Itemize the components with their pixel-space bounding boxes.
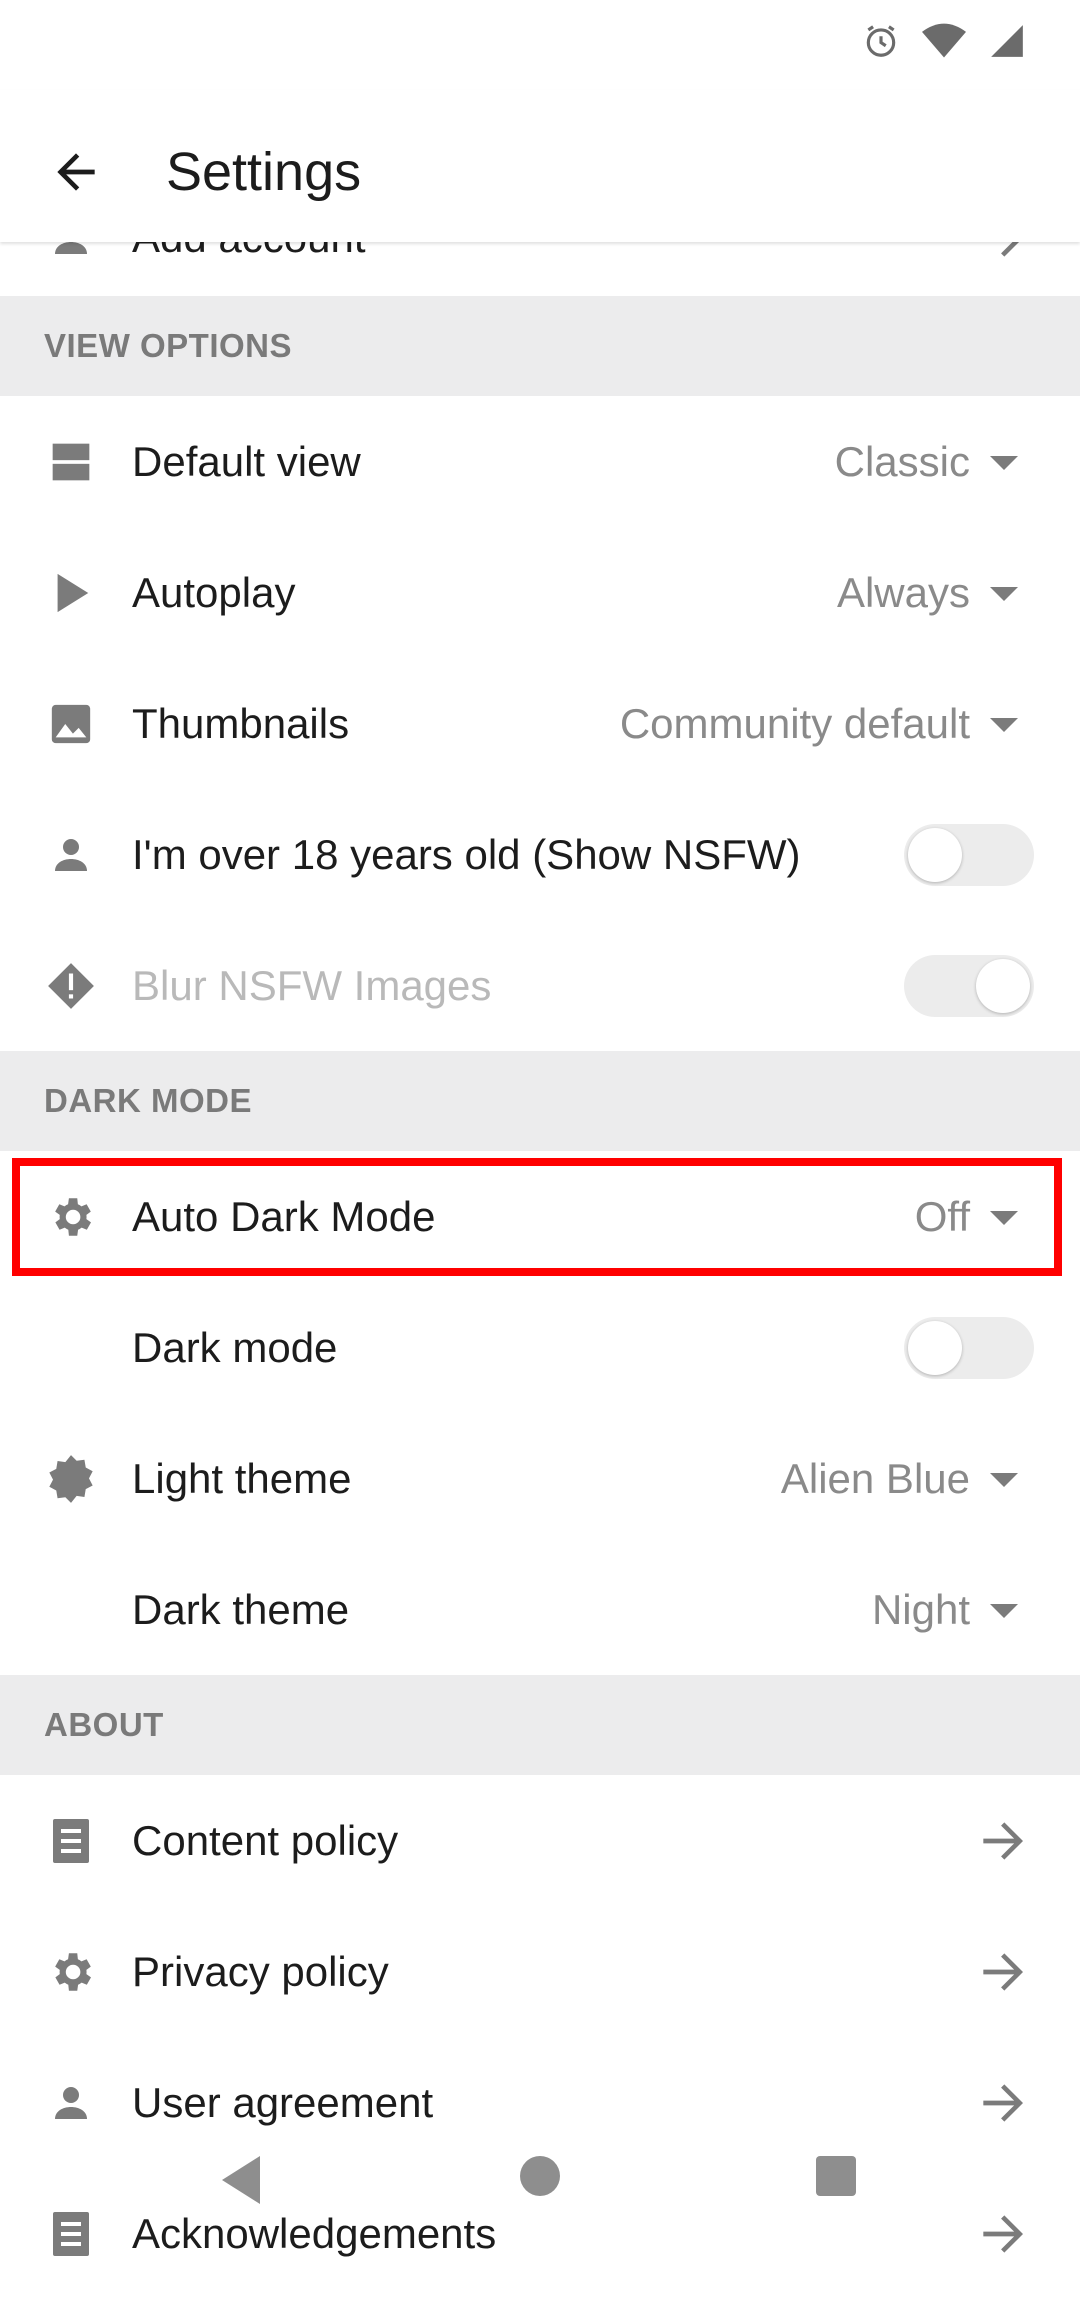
row-label: User agreement — [132, 2078, 434, 2126]
show-nsfw-row[interactable]: I'm over 18 years old (Show NSFW) — [0, 789, 1080, 920]
arrow-right-icon — [983, 1821, 1023, 1860]
back-button[interactable] — [36, 132, 116, 212]
dropdown-caret-icon — [990, 586, 1018, 601]
moon-icon — [44, 1583, 98, 1637]
gear-icon — [44, 1945, 98, 1999]
app-bar: Settings — [0, 90, 1080, 242]
row-value: Classic — [834, 437, 970, 485]
row-value: Always — [836, 568, 970, 616]
dropdown-caret-icon — [990, 1210, 1018, 1225]
auto-dark-mode-row[interactable]: Auto Dark Mode Off — [0, 1151, 1080, 1282]
blur-nsfw-toggle — [904, 954, 1034, 1017]
content-policy-row[interactable]: Content policy — [0, 1775, 1080, 1906]
back-arrow-icon — [57, 153, 95, 191]
light-theme-row[interactable]: Light theme Alien Blue — [0, 1413, 1080, 1544]
moon-icon — [44, 1321, 98, 1375]
toggle-knob — [976, 958, 1030, 1013]
row-label: Auto Dark Mode — [132, 1192, 436, 1240]
page-title: Settings — [166, 142, 362, 202]
status-bar — [0, 0, 1080, 90]
row-label: Dark mode — [132, 1323, 338, 1371]
dark-mode-row[interactable]: Dark mode — [0, 1282, 1080, 1413]
nav-home-icon[interactable] — [520, 2156, 560, 2196]
row-label: Blur NSFW Images — [132, 961, 492, 1009]
dropdown-caret-icon — [990, 455, 1018, 470]
section-header-about: ABOUT — [0, 1675, 1080, 1775]
blur-nsfw-row: Blur NSFW Images — [0, 920, 1080, 1051]
nav-recents-icon[interactable] — [816, 2156, 856, 2196]
signal-icon — [991, 25, 1023, 57]
nsfw-toggle[interactable] — [904, 823, 1034, 886]
toggle-knob — [908, 1320, 962, 1375]
dark-mode-toggle[interactable] — [904, 1316, 1034, 1379]
section-title: VIEW OPTIONS — [44, 327, 293, 364]
dropdown-caret-icon — [990, 717, 1018, 732]
row-label: Autoplay — [132, 568, 296, 616]
privacy-policy-row[interactable]: Privacy policy — [0, 1906, 1080, 2037]
row-label: Thumbnails — [132, 699, 350, 747]
alarm-icon — [866, 25, 896, 57]
row-label: I'm over 18 years old (Show NSFW) — [132, 830, 801, 878]
play-icon — [44, 566, 98, 620]
sun-badge-icon — [44, 1452, 98, 1506]
default-view-row[interactable]: Default view Classic — [0, 396, 1080, 527]
arrow-right-icon — [983, 2083, 1023, 2122]
image-icon — [44, 697, 98, 751]
person-icon — [44, 2076, 98, 2130]
row-value: Off — [914, 1192, 970, 1240]
dark-theme-row[interactable]: Dark theme Night — [0, 1544, 1080, 1675]
row-label: Default view — [132, 437, 361, 485]
warning-diamond-icon — [44, 959, 98, 1013]
section-header-view-options: VIEW OPTIONS — [0, 296, 1080, 396]
section-title: DARK MODE — [44, 1082, 252, 1119]
thumbnails-row[interactable]: Thumbnails Community default — [0, 658, 1080, 789]
dropdown-caret-icon — [990, 1603, 1018, 1618]
nav-back-icon[interactable] — [222, 2156, 260, 2204]
section-title: ABOUT — [44, 1706, 164, 1743]
person-icon — [44, 828, 98, 882]
toggle-knob — [908, 827, 962, 882]
document-icon — [44, 1814, 98, 1868]
row-label: Privacy policy — [132, 1947, 389, 1995]
autoplay-row[interactable]: Autoplay Always — [0, 527, 1080, 658]
view-card-icon — [44, 435, 98, 489]
row-value: Community default — [619, 699, 970, 747]
system-nav-bar — [0, 2140, 1080, 2220]
settings-list[interactable]: Add account VIEW OPTIONS Default view Cl… — [0, 180, 1080, 2299]
row-value: Alien Blue — [780, 1454, 970, 1502]
row-label: Dark theme — [132, 1585, 350, 1633]
row-label: Light theme — [132, 1454, 352, 1502]
section-header-dark-mode: DARK MODE — [0, 1051, 1080, 1151]
arrow-right-icon — [983, 1952, 1023, 1991]
dropdown-caret-icon — [990, 1472, 1018, 1487]
wifi-icon — [922, 23, 966, 58]
gear-icon — [44, 1190, 98, 1244]
row-label: Content policy — [132, 1816, 399, 1864]
row-value: Night — [871, 1585, 970, 1633]
